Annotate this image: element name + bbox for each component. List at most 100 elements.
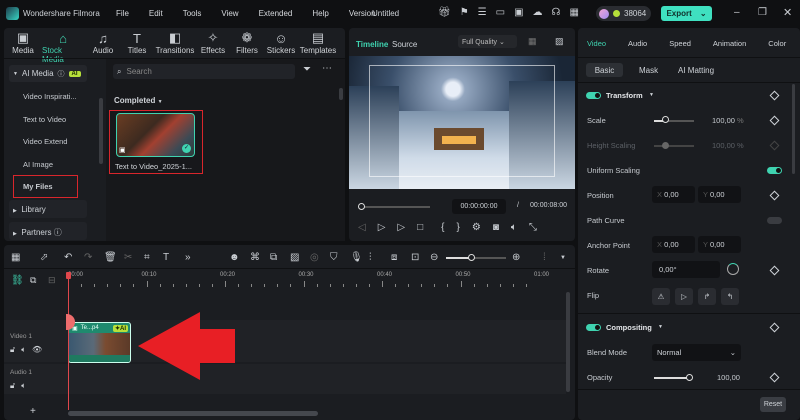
mark-in-icon[interactable]: { [441, 222, 444, 233]
playhead-handle[interactable] [66, 272, 71, 279]
rotate-right-icon[interactable]: ↱ [698, 288, 716, 305]
zoom-in-icon[interactable]: ⊕ [512, 252, 520, 263]
tab-timeline[interactable]: Timeline [356, 40, 388, 49]
path-curve-toggle[interactable] [767, 217, 782, 224]
snap-icon[interactable]: ⌘ [250, 252, 260, 263]
compositing-toggle[interactable] [586, 324, 601, 331]
stop-icon[interactable]: □ [417, 222, 423, 233]
sidebar-library[interactable]: ▶ Library [9, 200, 87, 218]
waveform-icon[interactable]: ▨ [555, 36, 564, 47]
help-icon[interactable]: ⓘ [54, 228, 62, 237]
minimize-icon[interactable]: – [734, 7, 740, 18]
subtab-ai-matting[interactable]: AI Matting [678, 66, 714, 75]
account-credits[interactable]: 38064 [596, 6, 651, 21]
menu-file[interactable]: File [116, 9, 129, 18]
support-icon[interactable]: ☊ [552, 7, 561, 18]
subtab-mask[interactable]: Mask [639, 66, 658, 75]
position-y-input[interactable]: Y 0,00 [698, 186, 741, 203]
group-icon[interactable]: ⧉ [30, 275, 36, 286]
image-icon[interactable]: ▨ [290, 252, 299, 263]
volume-icon[interactable]: 🔈︎ [511, 222, 517, 233]
search-input[interactable]: ⌕ Search [113, 64, 295, 79]
filter-icon[interactable]: ⏷ [303, 64, 311, 75]
rotate-left-icon[interactable]: ↰ [721, 288, 739, 305]
subtab-basic[interactable]: Basic [586, 63, 623, 77]
auto-reframe-icon[interactable]: ⧉ [270, 252, 277, 263]
prev-frame-icon[interactable]: ◁ [358, 222, 366, 233]
add-track-button[interactable]: + [30, 406, 36, 417]
help-icon[interactable]: ⓘ [58, 69, 65, 79]
timeline-zoom-slider[interactable] [446, 257, 506, 259]
sidebar-group-ai-media[interactable]: ▼ AI Media ⓘ AI [9, 65, 87, 82]
playhead[interactable] [68, 272, 69, 410]
menu-edit[interactable]: Edit [149, 9, 163, 18]
track-height-icon[interactable]: ⁞ [543, 252, 546, 263]
menu-tools[interactable]: Tools [183, 9, 202, 18]
close-icon[interactable]: ✕ [783, 6, 792, 19]
uniform-scaling-toggle[interactable] [767, 167, 782, 174]
sidebar-partners[interactable]: ▶ Partners ⓘ [9, 222, 87, 240]
timeline-zoom-knob[interactable] [468, 254, 475, 261]
fullscreen-icon[interactable]: ⤡ [529, 222, 537, 233]
notes-icon[interactable]: ☰ [478, 7, 487, 18]
opacity-slider[interactable] [654, 377, 690, 379]
flip-vertical-icon[interactable]: ▷ [675, 288, 693, 305]
restore-icon[interactable]: ❐ [758, 7, 767, 18]
more-icon[interactable]: ⋯ [322, 63, 332, 74]
media-scrollbar[interactable] [339, 88, 343, 100]
undo-icon[interactable]: ↶ [64, 252, 72, 263]
opacity-value[interactable]: 100,00 [717, 373, 740, 382]
scale-slider[interactable] [654, 120, 694, 122]
track-manager-icon[interactable]: ⊟ [48, 275, 56, 286]
export-button[interactable]: Export ⌄ [661, 6, 712, 21]
completed-dropdown[interactable]: Completed ▼ [114, 96, 163, 105]
sidebar-item-video-extend[interactable]: Video Extend [23, 137, 67, 146]
fit-icon[interactable]: ⊡ [411, 252, 419, 263]
scale-slider-knob[interactable] [662, 116, 669, 123]
cloud-icon[interactable]: ☁ [533, 7, 543, 18]
transform-toggle[interactable] [586, 92, 601, 99]
caret-down-icon[interactable]: ▼ [560, 255, 566, 261]
more-tools-icon[interactable]: » [185, 252, 191, 263]
tab-audio[interactable]: Audio [628, 39, 647, 48]
scrubber-knob[interactable] [358, 203, 365, 210]
timeline-ruler[interactable]: 00:00 00:10 00:20 00:30 00:40 00:50 01:00 [66, 272, 566, 292]
next-frame-icon[interactable]: ▷ [378, 222, 386, 233]
audio-mixer-icon[interactable]: ⫶ [369, 252, 372, 263]
scale-value[interactable]: 100,00 % [712, 116, 744, 125]
mute-icon[interactable]: 🔈︎ [21, 381, 26, 391]
lock-icon[interactable]: 🔓︎ [10, 345, 15, 355]
speed-icon[interactable]: ◎ [310, 252, 319, 263]
zoom-out-icon[interactable]: ⊖ [430, 252, 438, 263]
select-tool-icon[interactable]: ⬀ [40, 252, 48, 263]
snapshot-icon[interactable]: ◙ [493, 222, 499, 233]
tab-source[interactable]: Source [392, 40, 417, 49]
rotate-input[interactable]: 0,00° [652, 261, 720, 278]
ai-assistant-icon[interactable]: ☻ [229, 252, 240, 263]
cut-icon[interactable]: ✂ [124, 252, 132, 263]
play-icon[interactable]: ▷ [397, 222, 405, 233]
timeline-clip[interactable]: ▣ Te...p4 ✦AI [68, 322, 131, 363]
microphone-icon[interactable]: 🎙︎ [350, 252, 363, 263]
tab-video[interactable]: Video [587, 39, 606, 48]
layout-grid-icon[interactable]: ▦ [11, 252, 20, 263]
announce-icon[interactable]: ⚑ [460, 7, 469, 18]
render-settings-icon[interactable]: ⚙ [472, 222, 481, 233]
anchor-x-input[interactable]: X 0,00 [652, 236, 695, 253]
replace-icon[interactable]: ⧈ [391, 252, 397, 263]
apps-icon[interactable]: ▦ [569, 7, 578, 18]
tab-speed[interactable]: Speed [669, 39, 691, 48]
menu-view[interactable]: View [221, 9, 238, 18]
sidebar-item-ai-image[interactable]: AI Image [23, 160, 53, 169]
eye-icon[interactable]: 👁︎ [32, 345, 42, 355]
position-x-input[interactable]: X 0,00 [652, 186, 695, 203]
sidebar-item-text-to-video[interactable]: Text to Video [23, 115, 66, 124]
delete-icon[interactable]: 🗑︎ [104, 252, 117, 263]
save-icon[interactable]: ▣ [514, 7, 523, 18]
sidebar-scrollbar[interactable] [99, 98, 103, 164]
caret-down-icon[interactable]: ▼ [658, 324, 663, 330]
lock-icon[interactable]: 🔓︎ [10, 381, 15, 391]
flip-horizontal-icon[interactable]: ⚠ [652, 288, 670, 305]
shield-icon[interactable]: ⛉ [330, 252, 338, 263]
sidebar-item-video-inspiration[interactable]: Video Inspirati... [23, 92, 77, 101]
